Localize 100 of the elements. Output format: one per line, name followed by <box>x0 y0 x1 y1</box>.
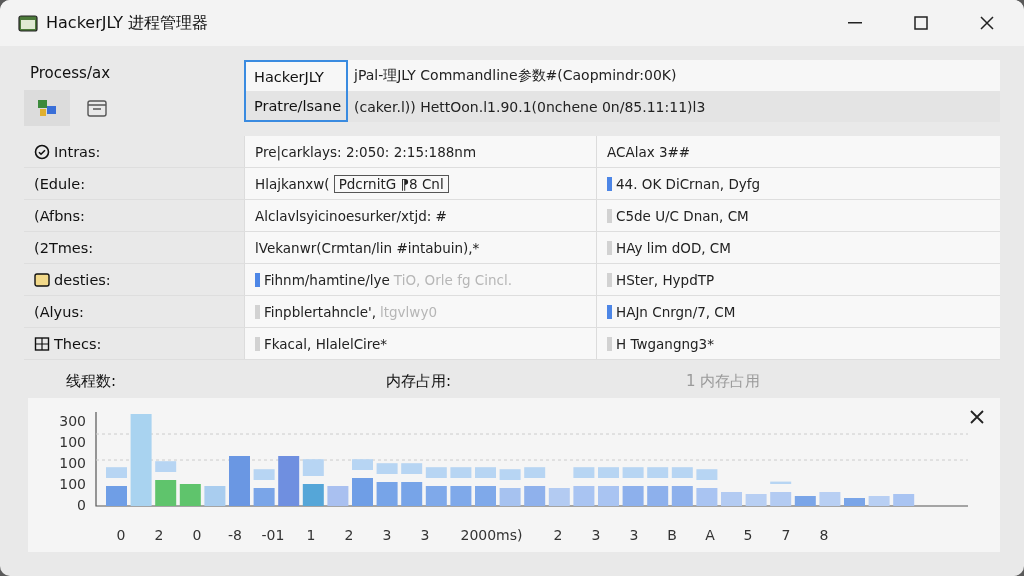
bar <box>376 463 398 474</box>
blocks-icon <box>36 97 58 119</box>
bar <box>499 488 521 506</box>
field-detail: HSter, HypdTP <box>616 271 715 288</box>
x-axis-label: 1 <box>305 527 317 543</box>
marker-icon <box>607 272 612 287</box>
field-detail: HAy lim dOD, CM <box>616 239 731 256</box>
bar <box>647 467 669 478</box>
marker-icon <box>255 272 260 287</box>
marker-icon <box>607 208 612 223</box>
bar <box>745 494 767 506</box>
close-icon <box>970 410 984 424</box>
bar <box>548 488 570 506</box>
y-axis-label: 300 <box>59 414 86 428</box>
stat-label: 线程数: <box>66 372 118 392</box>
process-info: jPal-理JLY Commandline参数#(Caopmindr:00K) <box>352 66 677 85</box>
marker-icon <box>255 304 260 319</box>
bar <box>352 459 373 470</box>
marker-icon <box>607 304 612 319</box>
x-axis-label: 2000ms) <box>459 527 524 543</box>
bar <box>229 456 250 506</box>
x-axis-label: A <box>704 527 716 543</box>
bar <box>401 482 423 506</box>
bar <box>425 486 447 506</box>
bar <box>893 494 915 506</box>
bar <box>721 492 742 506</box>
bar <box>819 492 841 506</box>
field-detail: 44. OK DiCrnan, Dyfg <box>616 175 761 192</box>
bar <box>376 482 398 506</box>
bar <box>302 459 324 476</box>
bar <box>598 486 619 506</box>
bar <box>573 486 595 506</box>
bar <box>794 496 816 506</box>
bar <box>868 496 890 506</box>
bar <box>106 486 127 506</box>
bar <box>253 469 275 480</box>
marker-icon <box>607 176 612 191</box>
bar <box>770 481 792 484</box>
processes-button[interactable] <box>24 90 70 126</box>
y-axis-label: 100 <box>59 456 86 470</box>
x-axis-label: 0 <box>191 527 203 543</box>
field-value: Alclavlsyicinoesurker/xtjd: # <box>255 207 447 224</box>
bar <box>253 488 275 506</box>
bar <box>179 484 201 506</box>
x-axis-label: 3 <box>381 527 393 543</box>
field-detail: C5de U/C Dnan, CM <box>616 207 749 224</box>
field-value: ltgvlwy0 <box>380 303 437 320</box>
bar <box>647 486 669 506</box>
bar <box>450 467 472 478</box>
y-axis-label: 0 <box>77 498 86 512</box>
bar <box>204 486 226 506</box>
bar <box>524 467 546 478</box>
field-detail: H Twgangng3* <box>616 335 714 352</box>
bar <box>696 469 718 480</box>
x-axis-label: 2 <box>153 527 165 543</box>
stat-label: 内存占用: <box>386 372 453 392</box>
process-info: (caker.l)) HettOon.l1.90.1(0nchene 0n/85.11:11)l3 <box>353 98 706 115</box>
window-title: HackerJLY 进程管理器 <box>46 12 210 34</box>
bar <box>450 486 472 506</box>
x-axis-label: 3 <box>590 527 602 543</box>
field-label: (2Tmes: <box>34 239 94 256</box>
stat-label: 1 内存占用 <box>686 372 762 392</box>
bar <box>770 492 792 506</box>
process-label: Process/ax <box>29 63 112 84</box>
bar <box>696 488 718 506</box>
marker-icon <box>607 336 612 351</box>
x-axis-label: 0 <box>115 527 127 543</box>
bar <box>327 486 349 506</box>
bar <box>155 461 177 472</box>
x-axis-label: -01 <box>260 527 286 543</box>
bar <box>425 467 447 478</box>
bar <box>524 486 546 506</box>
app-icon <box>18 14 38 32</box>
bar <box>671 486 693 506</box>
grid-icon <box>34 335 50 352</box>
tag-icon <box>34 271 50 288</box>
field-detail: ACAlax 3## <box>607 143 691 160</box>
x-axis-label: -8 <box>227 527 243 543</box>
bar <box>499 469 521 480</box>
check-circle-icon <box>34 143 50 160</box>
field-detail: HAJn Cnrgn/7, CM <box>616 303 736 320</box>
bar <box>302 484 324 506</box>
x-axis-label: 5 <box>742 527 754 543</box>
x-axis-label: 2 <box>552 527 564 543</box>
field-label: Intras: <box>54 143 101 160</box>
process-name: Pratre/lsane <box>244 91 348 122</box>
close-icon <box>980 16 994 30</box>
field-value: Fkacal, HlalelCire* <box>264 335 388 352</box>
minimize-icon <box>848 22 862 24</box>
x-axis-label: 7 <box>780 527 792 543</box>
bar <box>475 467 496 478</box>
field-label: (Afbns: <box>34 207 85 224</box>
bar <box>106 467 127 478</box>
x-axis-label: 8 <box>818 527 830 543</box>
y-axis-label: 100 <box>59 435 86 449</box>
bar <box>352 478 373 506</box>
calendar-icon <box>86 98 108 118</box>
bar <box>475 486 496 506</box>
field-label: desties: <box>54 271 111 288</box>
bar <box>622 467 644 478</box>
